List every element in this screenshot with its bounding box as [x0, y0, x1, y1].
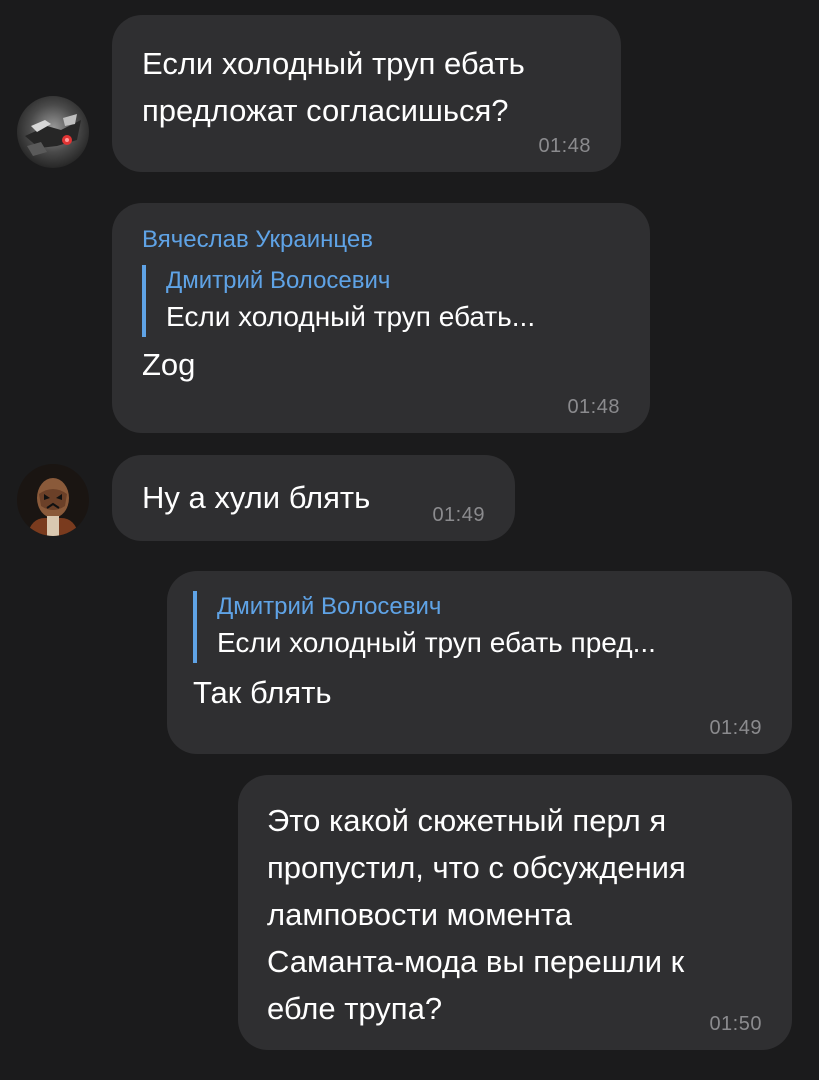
message-bubble-outgoing[interactable]: Дмитрий Волосевич Если холодный труп еба…: [167, 571, 792, 754]
message-time: 01:48: [567, 396, 620, 418]
message-bubble-outgoing[interactable]: Это какой сюжетный перл я пропустил, что…: [238, 775, 792, 1050]
message-bubble-incoming[interactable]: Ну а хули блять 01:49: [112, 455, 515, 541]
reply-quote[interactable]: Дмитрий Волосевич Если холодный труп еба…: [193, 591, 792, 663]
message-text: Zog: [142, 347, 196, 382]
reply-author: Дмитрий Волосевич: [217, 593, 442, 620]
reply-text: Если холодный труп ебать...: [166, 301, 536, 332]
message-time: 01:48: [538, 135, 591, 157]
reply-author: Дмитрий Волосевич: [166, 267, 391, 294]
message-time: 01:49: [432, 504, 485, 526]
message-time: 01:49: [709, 717, 762, 739]
message-text: Это какой сюжетный перл я пропустил, что…: [267, 803, 686, 1026]
chat-screen: Если холодный труп ебать предложат согла…: [0, 0, 819, 1080]
reply-quote[interactable]: Дмитрий Волосевич Если холодный труп еба…: [142, 265, 650, 337]
sender-name[interactable]: Вячеслав Украинцев: [142, 225, 650, 255]
message-text: Если холодный труп ебать предложат согла…: [142, 46, 525, 128]
message-bubble-incoming[interactable]: Если холодный труп ебать предложат согла…: [112, 15, 621, 172]
sender-avatar-masked-person-icon[interactable]: [17, 464, 89, 536]
message-bubble-incoming[interactable]: Вячеслав Украинцев Дмитрий Волосевич Есл…: [112, 203, 650, 433]
message-text: Так блять: [193, 675, 332, 710]
message-time: 01:50: [709, 1013, 762, 1035]
reply-text: Если холодный труп ебать пред...: [217, 627, 656, 658]
sender-avatar-robot-icon[interactable]: [17, 96, 89, 168]
